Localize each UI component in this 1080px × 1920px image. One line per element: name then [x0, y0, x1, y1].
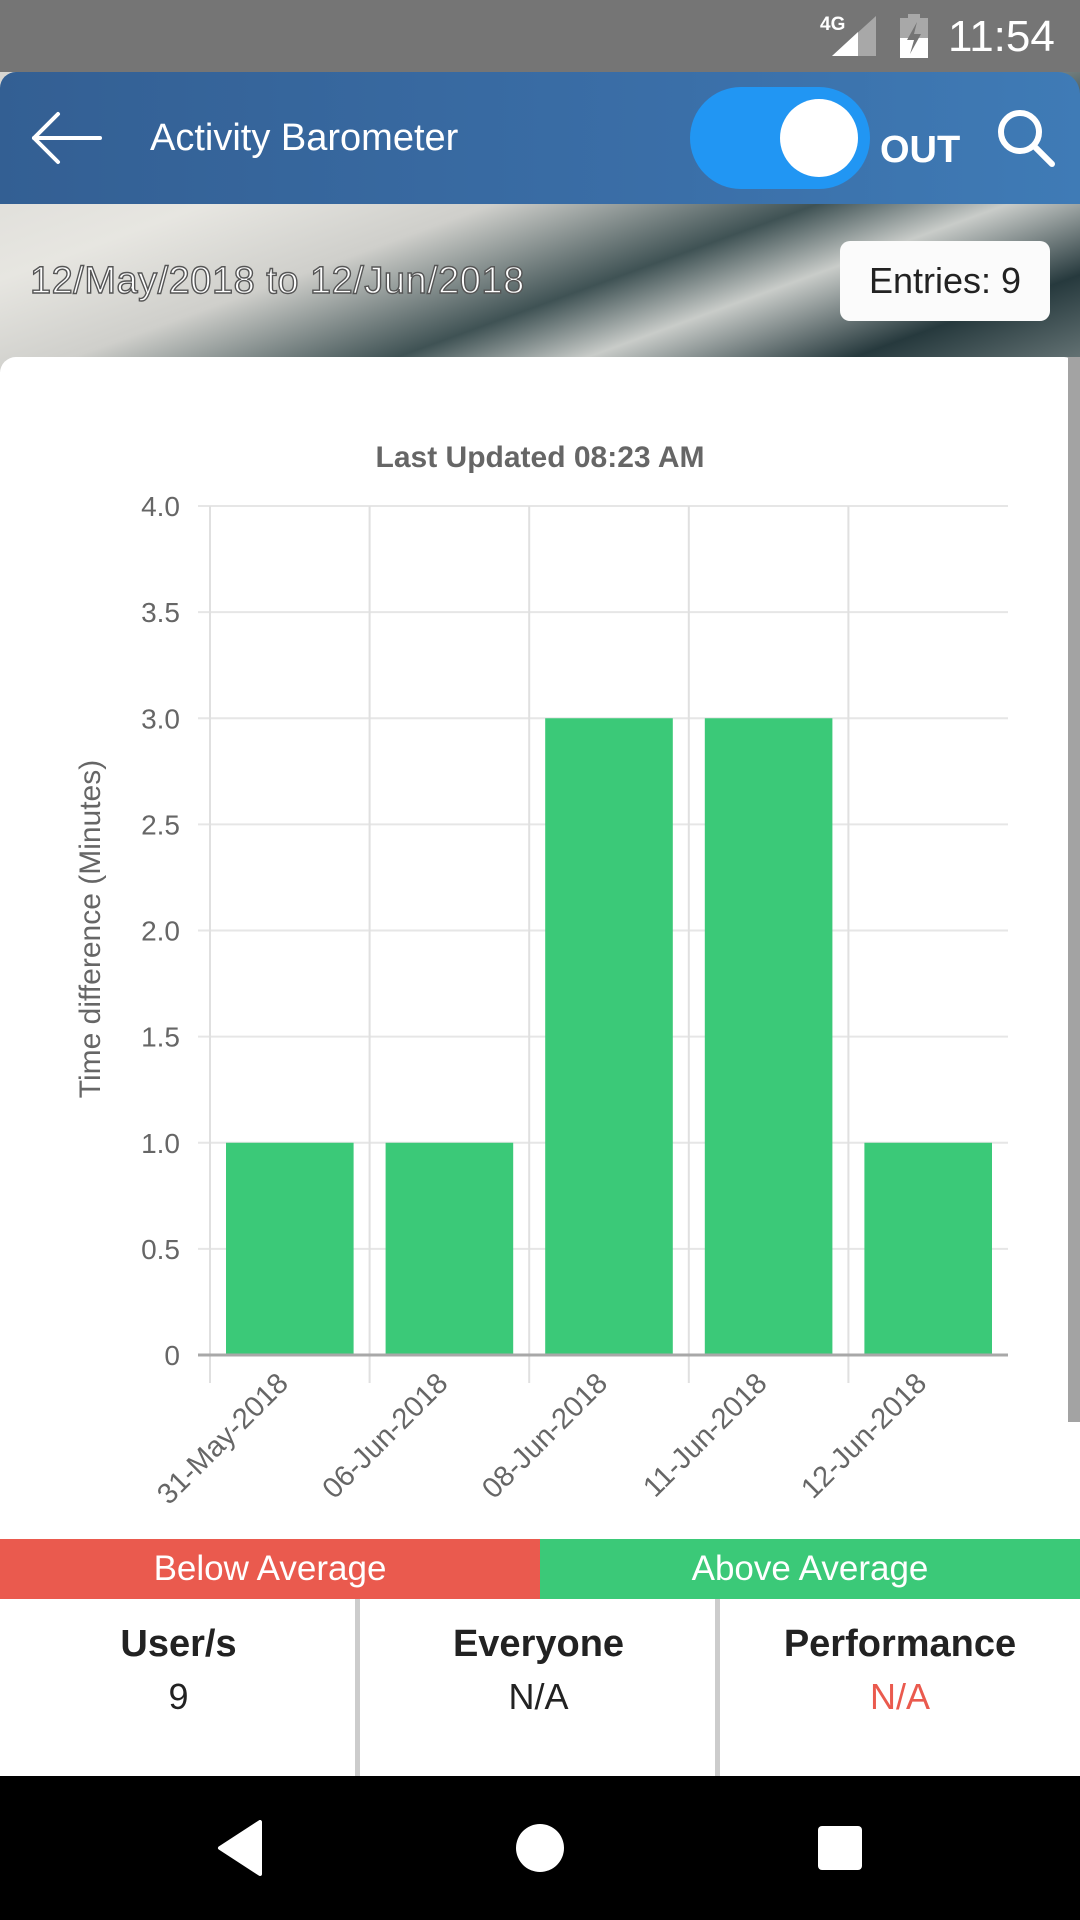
x-tick-label: 11-Jun-2018	[637, 1367, 773, 1503]
x-tick-label: 12-Jun-2018	[795, 1367, 933, 1505]
scrollbar[interactable]	[1068, 357, 1080, 1422]
status-bar: 4G 11:54	[0, 0, 1080, 72]
y-tick-label: 1.0	[141, 1128, 180, 1159]
y-tick-label: 4.0	[141, 491, 180, 522]
bar-chart: Last Updated 08:23 AM Time difference (M…	[74, 441, 1008, 1511]
legend: Below Average Above Average	[0, 1539, 1080, 1599]
legend-above-average: Above Average	[540, 1539, 1080, 1599]
x-tick-label: 08-Jun-2018	[476, 1367, 614, 1505]
y-tick-label: 2.0	[141, 916, 180, 947]
search-icon[interactable]	[994, 106, 1058, 170]
bar-08-Jun-2018	[545, 718, 673, 1355]
bar-06-Jun-2018	[385, 1142, 514, 1355]
in-out-toggle[interactable]	[690, 87, 870, 189]
nav-home-icon[interactable]	[516, 1824, 564, 1872]
toggle-knob[interactable]	[780, 99, 858, 177]
stat-title: User/s	[120, 1623, 237, 1665]
entries-badge: Entries: 9	[840, 241, 1050, 321]
navigation-bar	[0, 1776, 1080, 1920]
stat-performance: Performance N/A	[720, 1599, 1080, 1776]
stat-value: 9	[168, 1676, 189, 1717]
y-tick-label: 1.5	[141, 1022, 180, 1053]
bar-11-Jun-2018	[704, 718, 833, 1355]
x-tick-label: 31-May-2018	[151, 1367, 294, 1510]
stat-title: Everyone	[452, 1623, 625, 1665]
x-tick-label: 06-Jun-2018	[317, 1367, 455, 1505]
y-axis-title: Time difference (Minutes)	[74, 760, 107, 1098]
stat-title: Performance	[783, 1623, 1017, 1665]
toggle-label: OUT	[880, 129, 961, 171]
date-range[interactable]: 12/May/2018 to 12/Jun/2018	[29, 258, 525, 304]
stat-value: N/A	[869, 1676, 930, 1717]
y-tick-label: 0.5	[141, 1234, 180, 1265]
chart-title: Last Updated 08:23 AM	[376, 441, 705, 474]
nav-back-icon[interactable]	[216, 1820, 264, 1876]
bar-12-Jun-2018	[864, 1142, 992, 1355]
stat-value: N/A	[508, 1676, 569, 1717]
y-tick-label: 2.5	[141, 809, 180, 840]
stat-users: User/s 9	[0, 1599, 357, 1776]
page-title: Activity Barometer	[150, 117, 459, 159]
stats-panel: User/s 9 Everyone N/A Performance N/A	[0, 1599, 1080, 1776]
y-tick-label: 3.5	[141, 597, 180, 628]
back-arrow-icon[interactable]	[28, 108, 106, 168]
nav-recents-icon[interactable]	[818, 1826, 862, 1870]
bar-31-May-2018	[226, 1142, 354, 1355]
legend-below-average: Below Average	[0, 1539, 540, 1599]
y-tick-label: 3.0	[141, 703, 180, 734]
app-header: Activity Barometer OUT	[0, 72, 1080, 204]
stat-everyone: Everyone N/A	[360, 1599, 717, 1776]
clock: 11:54	[948, 12, 1055, 61]
signal-icon	[832, 16, 876, 56]
battery-charging-icon	[900, 14, 928, 58]
y-tick-label: 0	[164, 1340, 180, 1371]
